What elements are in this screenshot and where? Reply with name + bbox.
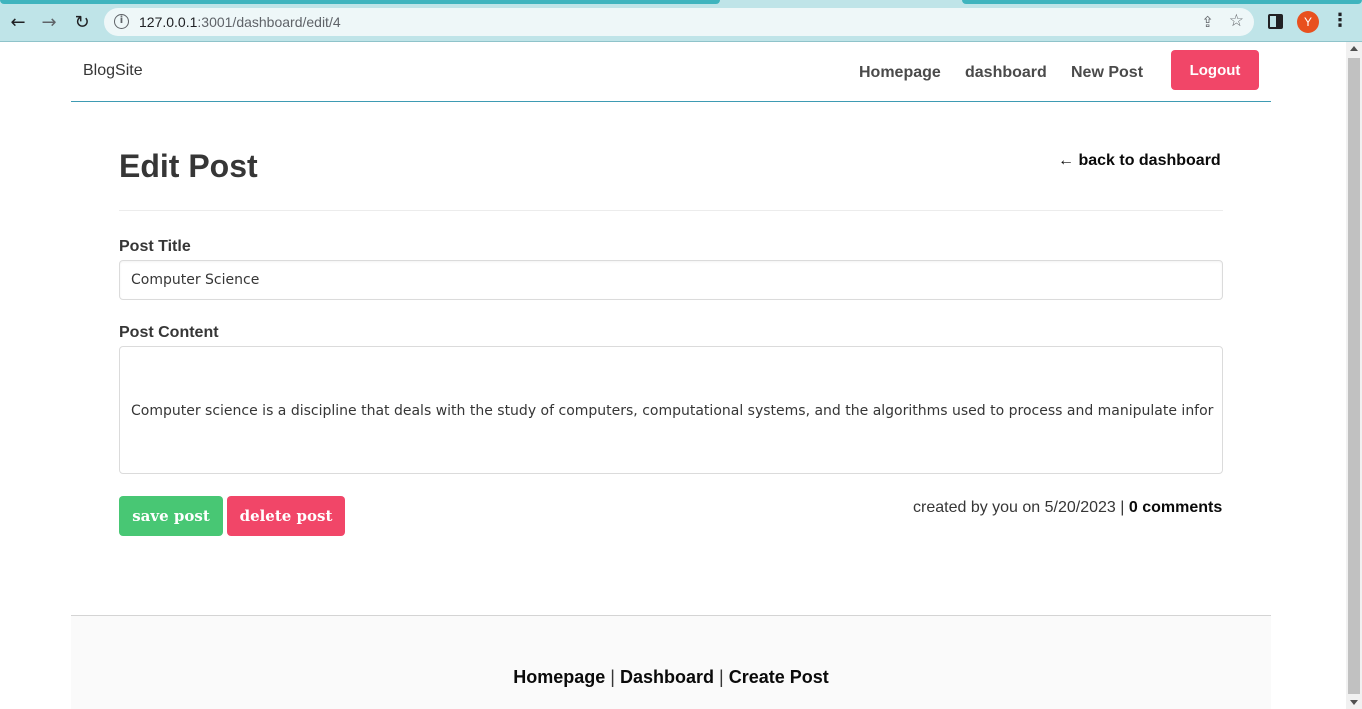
nav-homepage[interactable]: Homepage <box>859 64 941 82</box>
post-title-input[interactable] <box>119 260 1223 300</box>
comments-link[interactable]: 0 comments <box>1129 499 1222 516</box>
bookmark-star-icon[interactable]: ☆ <box>1229 11 1244 31</box>
active-tab-edge[interactable] <box>0 0 720 4</box>
reload-icon[interactable]: ↻ <box>71 11 93 33</box>
page: BlogSite Homepage dashboard New Post Log… <box>0 42 1346 709</box>
url-host: 127.0.0.1 <box>139 14 198 30</box>
footer-create-post-link[interactable]: Create Post <box>729 667 829 687</box>
address-url[interactable]: 127.0.0.1:3001/dashboard/edit/4 <box>139 14 341 30</box>
site-footer: Homepage | Dashboard | Create Post <box>71 615 1271 709</box>
post-content-label: Post Content <box>119 324 219 341</box>
back-to-dashboard-link[interactable]: ← back to dashboard <box>1058 152 1221 170</box>
page-title: Edit Post <box>119 148 258 184</box>
delete-post-button[interactable]: delete post <box>227 496 345 536</box>
post-meta: created by you on 5/20/2023 | 0 comments <box>913 499 1222 517</box>
divider <box>119 210 1223 211</box>
logout-button[interactable]: Logout <box>1171 50 1259 90</box>
scrollbar-thumb[interactable] <box>1348 58 1360 694</box>
nav-dashboard[interactable]: dashboard <box>965 64 1047 82</box>
footer-dashboard-link[interactable]: Dashboard <box>620 667 714 687</box>
url-path: :3001/dashboard/edit/4 <box>197 14 341 30</box>
post-content-textarea[interactable]: Computer science is a discipline that de… <box>119 346 1223 474</box>
post-content-text: Computer science is a discipline that de… <box>131 403 1214 419</box>
browser-menu-icon[interactable]: ⋮ <box>1331 10 1349 31</box>
footer-homepage-link[interactable]: Homepage <box>513 667 605 687</box>
inactive-tab-edge[interactable] <box>962 0 1362 4</box>
footer-separator: | <box>610 667 615 687</box>
back-arrow-icon[interactable]: ← <box>7 11 29 33</box>
post-title-label: Post Title <box>119 238 191 255</box>
scroll-up-arrow-icon[interactable] <box>1350 46 1358 51</box>
site-navbar: BlogSite Homepage dashboard New Post Log… <box>71 42 1271 102</box>
footer-separator: | <box>719 667 724 687</box>
save-post-button[interactable]: save post <box>119 496 223 536</box>
post-meta-text: created by you on 5/20/2023 | <box>913 499 1125 516</box>
tab-strip <box>0 0 1362 4</box>
page-scrollbar[interactable] <box>1346 42 1362 709</box>
forward-arrow-icon[interactable]: → <box>38 11 60 33</box>
profile-avatar[interactable]: Y <box>1297 11 1319 33</box>
site-info-icon[interactable]: i <box>114 14 129 29</box>
address-bar[interactable]: i 127.0.0.1:3001/dashboard/edit/4 ⇪ ☆ <box>104 8 1254 36</box>
side-panel-icon[interactable] <box>1268 14 1283 29</box>
scroll-down-arrow-icon[interactable] <box>1350 700 1358 705</box>
brand-logo[interactable]: BlogSite <box>83 62 143 80</box>
share-icon[interactable]: ⇪ <box>1201 13 1214 31</box>
browser-toolbar: ← → ↻ i 127.0.0.1:3001/dashboard/edit/4 … <box>0 0 1362 42</box>
nav-new-post[interactable]: New Post <box>1071 64 1143 82</box>
footer-links: Homepage | Dashboard | Create Post <box>71 667 1271 688</box>
